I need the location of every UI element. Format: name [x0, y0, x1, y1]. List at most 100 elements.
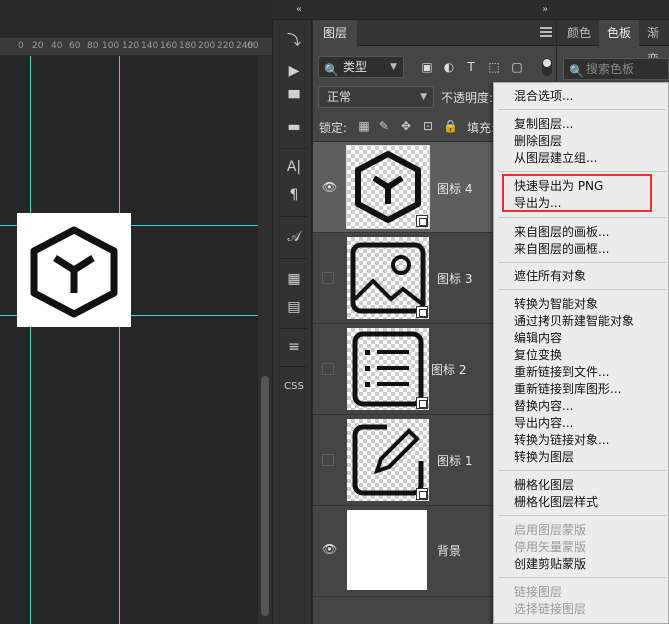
eye-icon[interactable]: 👁: [322, 542, 337, 556]
menu-separator: [498, 577, 666, 578]
menu-item-blending-options[interactable]: 混合选项...: [514, 88, 573, 105]
menu-item-duplicate-layer[interactable]: 复制图层...: [514, 116, 573, 133]
canvas-box-icon: [17, 213, 131, 327]
visibility-toggle[interactable]: [322, 454, 334, 466]
menu-item-rasterize-layer[interactable]: 栅格化图层: [514, 477, 574, 494]
collapse-left-button[interactable]: «: [296, 4, 302, 15]
menu-item-relink-to-file[interactable]: 重新链接到文件...: [514, 364, 609, 381]
swatches-panel-tabs: 颜色 色板 渐变: [557, 20, 669, 66]
menu-separator: [498, 262, 666, 263]
menu-separator: [498, 515, 666, 516]
artboard-icon[interactable]: ▦: [282, 268, 306, 290]
menu-item-rasterize-layer-style[interactable]: 栅格化图层样式: [514, 494, 598, 511]
layer-name[interactable]: 图标 1: [437, 452, 472, 469]
menu-separator: [498, 289, 666, 290]
fill-label: 填充:: [467, 121, 496, 135]
play-icon[interactable]: ▶: [282, 60, 306, 82]
canvas-area[interactable]: 0 20 40 60 80 100 120 140 160 180 200 22…: [0, 0, 272, 624]
blend-mode-select[interactable]: 正常 ▼: [318, 86, 434, 108]
layer-name[interactable]: 图标 4: [437, 180, 472, 197]
eye-icon[interactable]: 👁: [322, 180, 337, 194]
panel-menu-icon[interactable]: [540, 27, 552, 37]
filter-toggle[interactable]: [542, 58, 552, 76]
ruler-label: 60: [69, 41, 81, 51]
guide-vertical[interactable]: [30, 56, 31, 624]
ruler-label: 80: [87, 41, 99, 51]
menu-item-enable-layer-mask: 启用图层蒙版: [514, 523, 587, 537]
tab-swatches[interactable]: 色板: [599, 20, 640, 46]
brush-presets-icon[interactable]: ▀: [282, 88, 306, 110]
lock-position-icon[interactable]: ✥: [399, 119, 413, 133]
ruler-label: 120: [122, 41, 140, 51]
menu-item-create-clipping-mask[interactable]: 创建剪贴蒙版: [514, 556, 586, 573]
type-filter-icon[interactable]: T: [463, 59, 479, 75]
lock-transparent-icon[interactable]: ▦: [357, 119, 371, 133]
guide-vertical[interactable]: [119, 56, 120, 624]
chevron-down-icon: ▼: [420, 92, 427, 102]
ruler-label: 220: [217, 41, 235, 51]
menu-item-relink-to-library-graphic[interactable]: 重新链接到库图形...: [514, 381, 621, 398]
smart-object-filter-icon[interactable]: ▢: [509, 59, 525, 75]
layer-name[interactable]: 图标 2: [431, 361, 466, 378]
panel-collapse-strip: « »: [272, 0, 669, 20]
menu-item-convert-to-layers[interactable]: 转换为图层: [514, 449, 574, 466]
adjustment-filter-icon[interactable]: ◐: [441, 59, 457, 75]
tab-color[interactable]: 颜色: [559, 20, 599, 46]
menu-item-mask-all-objects[interactable]: 遮住所有对象: [514, 268, 586, 285]
css-icon[interactable]: CSS: [282, 376, 306, 398]
menu-separator: [498, 109, 666, 110]
filter-kind-select[interactable]: 🔍 类型 ▼: [318, 56, 404, 78]
lock-paint-icon[interactable]: ✎: [377, 119, 391, 133]
menu-separator: [498, 217, 666, 218]
adjust-icon[interactable]: ≡: [282, 336, 306, 358]
ruler-label: 200: [198, 41, 216, 51]
menu-item-export-contents[interactable]: 导出内容...: [514, 415, 573, 432]
menu-item-disable-vector-mask: 停用矢量蒙版: [514, 540, 587, 554]
lock-label: 锁定:: [319, 121, 348, 135]
divider: [279, 258, 307, 259]
blend-mode-value: 正常: [327, 90, 352, 104]
notes-icon[interactable]: ▤: [282, 296, 306, 318]
menu-item-replace-contents[interactable]: 替换内容...: [514, 398, 573, 415]
tab-layers[interactable]: 图层: [313, 20, 358, 46]
lock-artboard-icon[interactable]: ⊡: [421, 119, 435, 133]
menu-item-convert-to-linked[interactable]: 转换为链接对象...: [514, 432, 609, 449]
visibility-toggle[interactable]: [322, 363, 334, 375]
lock-all-icon[interactable]: 🔒: [443, 119, 458, 133]
menu-item-frame-from-layers[interactable]: 来自图层的画框...: [514, 241, 609, 258]
divider: [279, 216, 307, 217]
menu-item-edit-contents[interactable]: 编辑内容: [514, 330, 562, 347]
layer-thumbnail: [347, 328, 429, 410]
panel-icon-dock: ⤵ ▶ ▀ ▬ A| ¶ 𝒜 ▦ ▤ ≡ CSS: [272, 20, 312, 624]
pixel-filter-icon[interactable]: ▣: [419, 59, 435, 75]
menu-item-artboard-from-layers[interactable]: 来自图层的画板...: [514, 224, 609, 241]
menu-item-reset-transform[interactable]: 复位变换: [514, 347, 562, 364]
canvas-scrollbar[interactable]: [258, 56, 272, 624]
menu-item-delete-layer[interactable]: 删除图层: [514, 133, 562, 150]
layer-name[interactable]: 图标 3: [437, 270, 472, 287]
visibility-toggle[interactable]: [322, 272, 334, 284]
layer-thumbnail: [347, 237, 429, 319]
horizontal-ruler: 0 20 40 60 80 100 120 140 160 180 200 22…: [0, 38, 272, 56]
glyph-icon[interactable]: 𝒜: [282, 226, 306, 248]
history-icon[interactable]: ⤵: [282, 30, 306, 52]
character-icon[interactable]: A|: [282, 156, 306, 178]
swatch-search-input[interactable]: 🔍 搜索色板: [563, 58, 669, 80]
tab-gradient[interactable]: 渐变: [639, 20, 669, 66]
menu-separator: [498, 171, 666, 172]
shape-filter-icon[interactable]: ⬚: [486, 59, 502, 75]
layers-panel-tabs: 图层: [313, 20, 556, 46]
menu-item-group-from-layers[interactable]: 从图层建立组...: [514, 150, 597, 167]
collapse-right-button[interactable]: »: [542, 4, 548, 15]
layer-name[interactable]: 背景: [437, 542, 461, 559]
comment-icon[interactable]: ▬: [282, 116, 306, 138]
document-canvas[interactable]: [0, 56, 258, 624]
scrollbar-thumb[interactable]: [261, 376, 269, 616]
paragraph-icon[interactable]: ¶: [282, 184, 306, 206]
menu-item-new-smart-object-via-copy[interactable]: 通过拷贝新建智能对象: [514, 313, 634, 330]
menu-item-convert-to-smart-object[interactable]: 转换为智能对象: [514, 296, 598, 313]
ruler-label: 0: [18, 41, 24, 51]
chevron-down-icon: ▼: [390, 62, 397, 72]
layer-thumbnail: [347, 510, 427, 590]
filter-kind-value: 类型: [343, 60, 368, 74]
